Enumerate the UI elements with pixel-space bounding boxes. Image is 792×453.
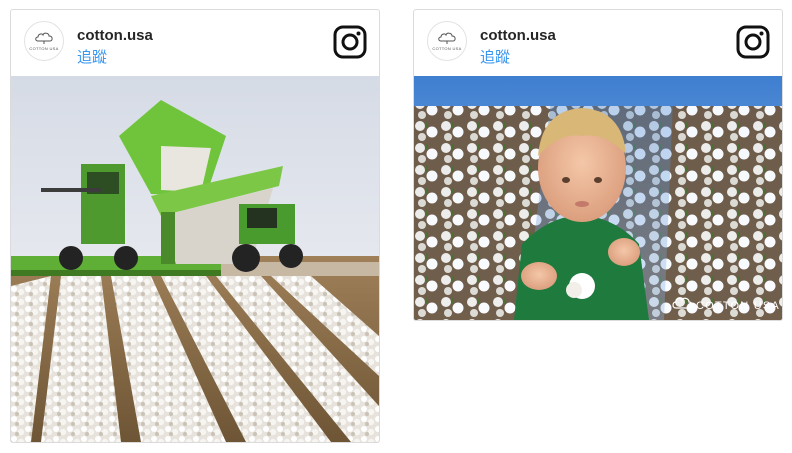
profile-avatar[interactable]: COTTON USA [24,21,64,61]
post-photo-harvester[interactable] [11,76,379,442]
username-link[interactable]: cotton.usa [77,27,153,44]
cotton-logo-icon [438,32,456,44]
avatar-brand-text: COTTON USA [432,46,462,51]
username-link[interactable]: cotton.usa [480,27,556,44]
profile-avatar[interactable]: COTTON USA [427,21,467,61]
cotton-logo-icon [35,32,53,44]
instagram-post-card: COTTON USA cotton.usa 追蹤 [10,9,380,443]
instagram-icon[interactable] [333,25,367,59]
instagram-icon[interactable] [736,25,770,59]
avatar-brand-text: COTTON USA [29,46,59,51]
follow-button[interactable]: 追蹤 [480,46,510,67]
follow-button[interactable]: 追蹤 [77,46,107,67]
post-photo-baby-cotton[interactable]: COTTON USA [414,76,782,320]
instagram-post-card: COTTON USA cotton.usa 追蹤 [413,9,783,321]
post-header: COTTON USA cotton.usa 追蹤 [414,10,782,76]
watermark-text: COTTON USA [696,300,780,312]
post-header: COTTON USA cotton.usa 追蹤 [11,10,379,76]
